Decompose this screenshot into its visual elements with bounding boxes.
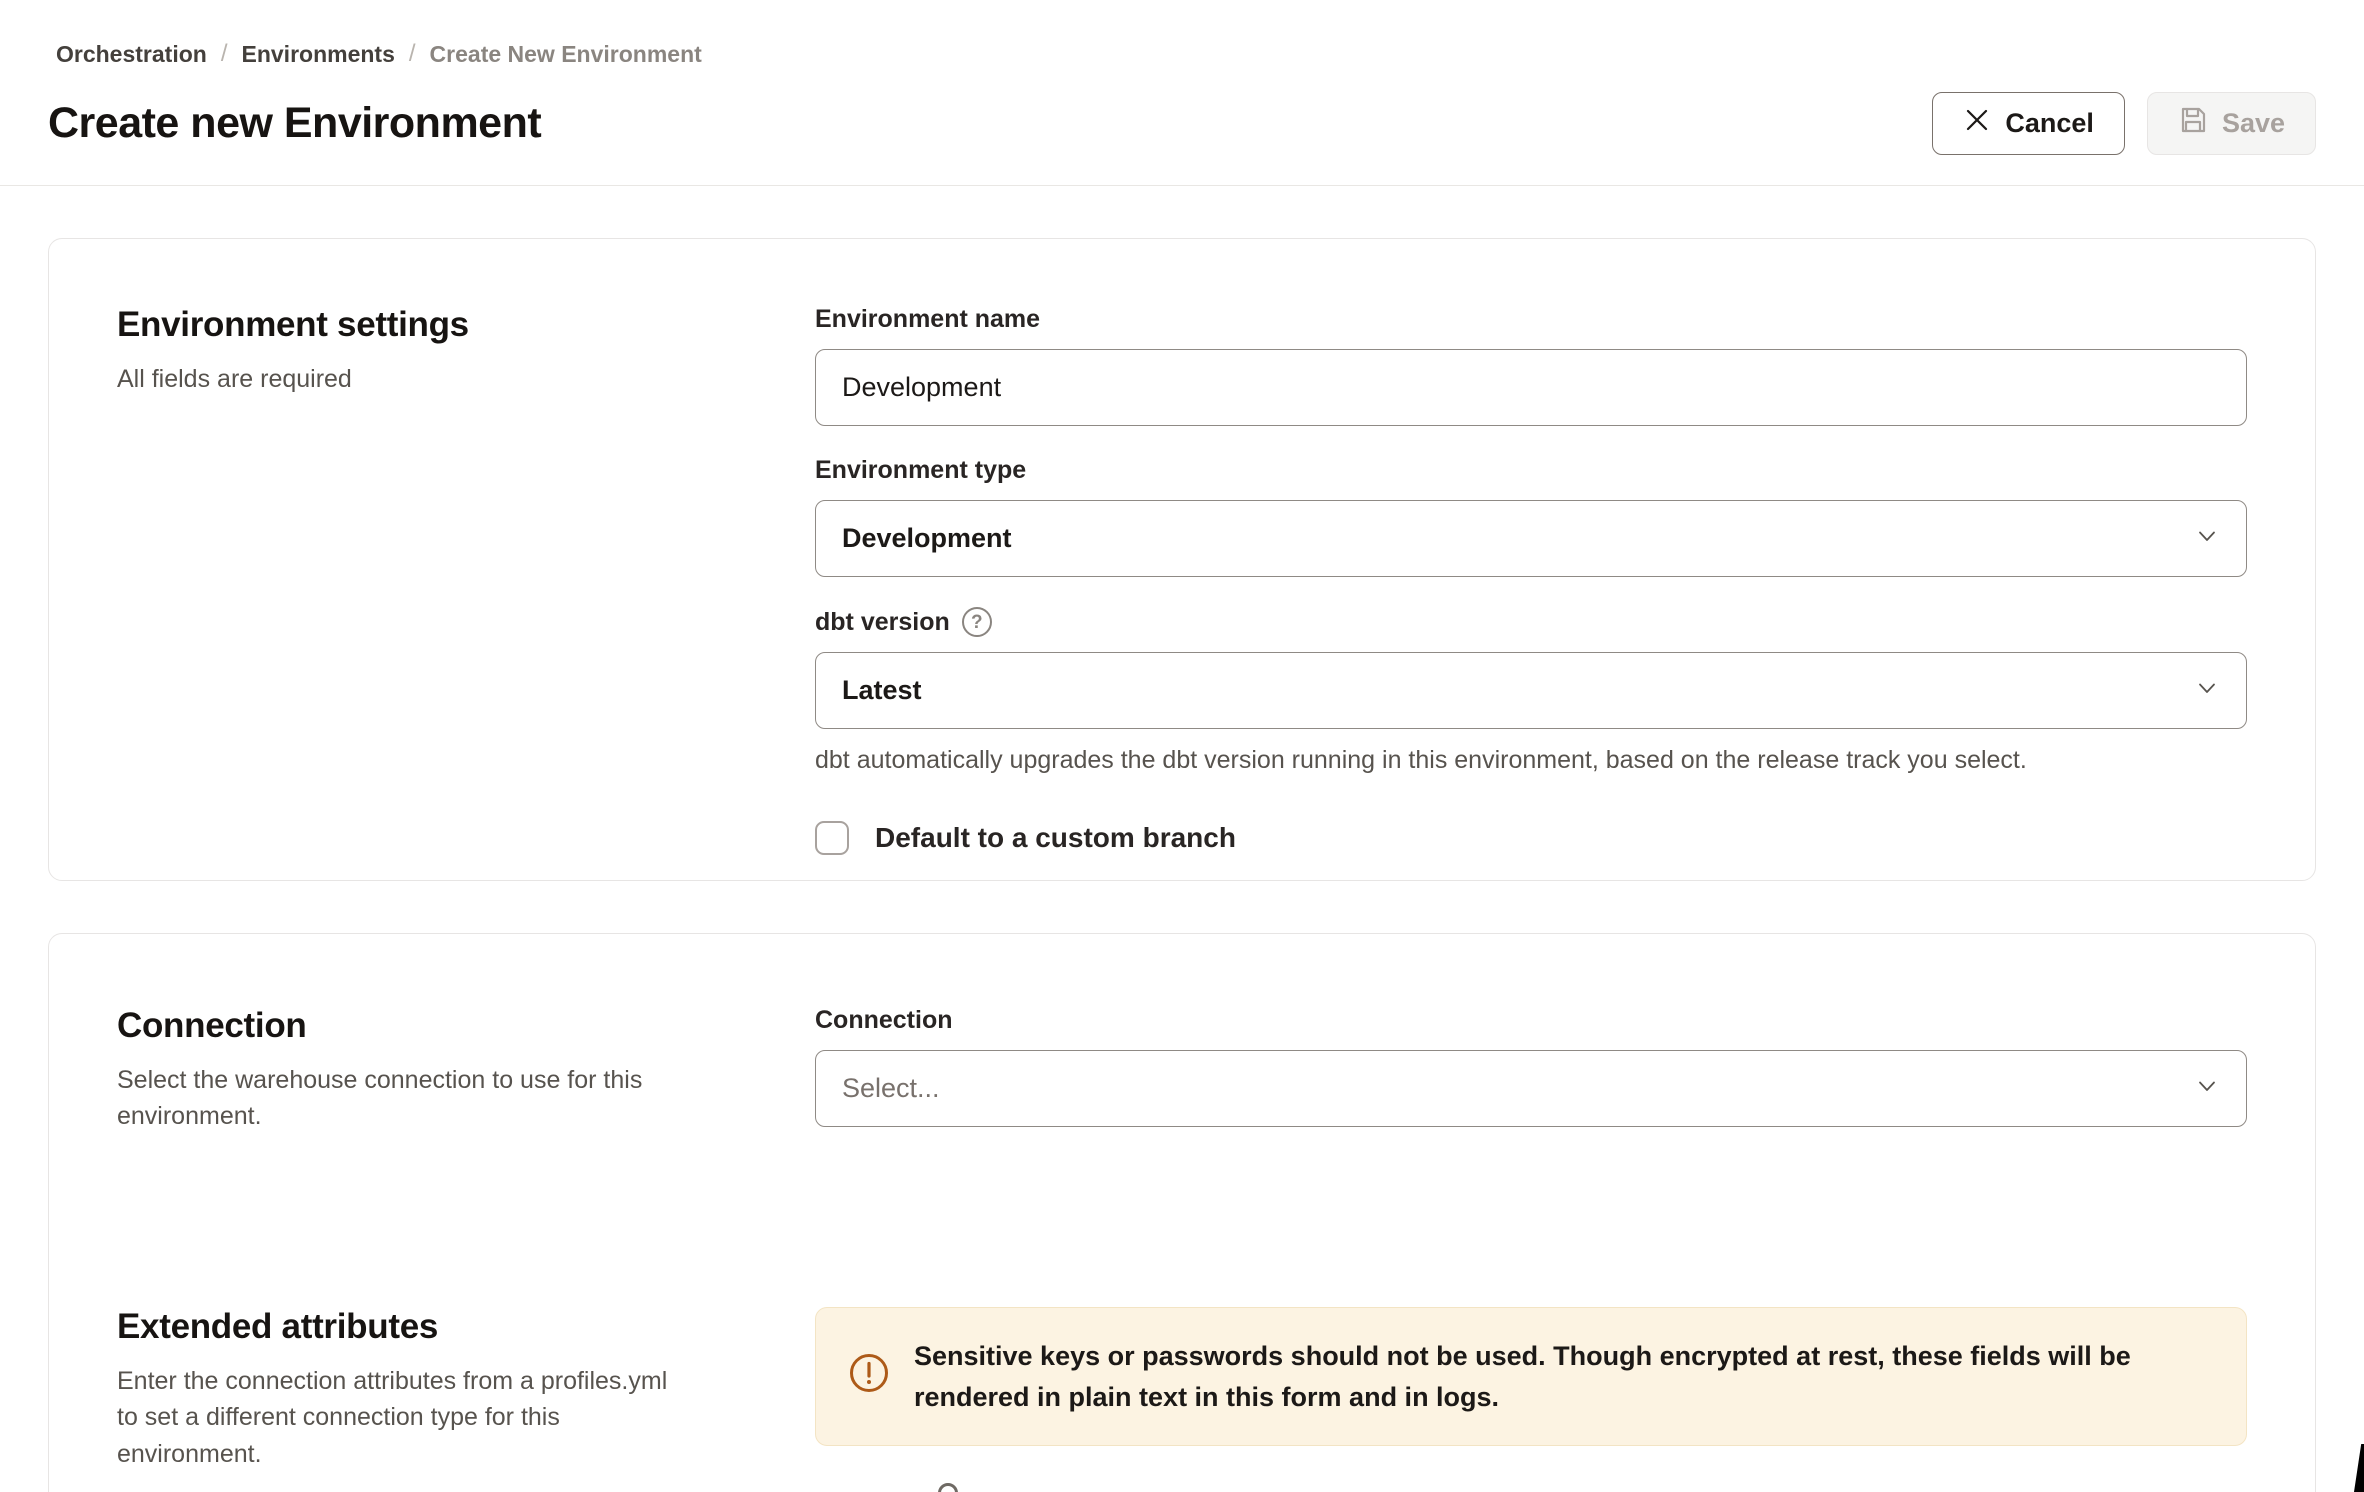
environment-settings-subheading: All fields are required xyxy=(117,361,677,397)
environment-type-label: Environment type xyxy=(815,456,2247,485)
breadcrumb-item-create-new-environment: Create New Environment xyxy=(430,41,702,68)
dbt-version-value: Latest xyxy=(842,675,922,706)
environment-settings-heading: Environment settings xyxy=(117,305,775,345)
breadcrumb: Orchestration / Environments / Create Ne… xyxy=(0,0,2364,68)
connection-select-group: Connection Select... xyxy=(815,1006,2247,1127)
extended-attributes-subheading: Enter the connection attributes from a p… xyxy=(117,1363,677,1472)
custom-branch-checkbox[interactable] xyxy=(815,821,849,855)
dbt-version-helper-text: dbt automatically upgrades the dbt versi… xyxy=(815,746,2247,775)
chevron-down-icon xyxy=(2194,675,2220,706)
connection-subheading: Select the warehouse connection to use f… xyxy=(117,1062,677,1135)
extended-attributes-heading: Extended attributes xyxy=(117,1307,775,1347)
chevron-down-icon xyxy=(2194,523,2220,554)
save-button[interactable]: Save xyxy=(2147,92,2316,155)
breadcrumb-separator: / xyxy=(409,40,416,68)
extended-attributes-row: Extended attributes Enter the connection… xyxy=(117,1307,2247,1472)
connection-select-label: Connection xyxy=(815,1006,2247,1035)
page-title: Create new Environment xyxy=(48,99,541,148)
help-circle-icon[interactable]: ? xyxy=(962,607,992,637)
environment-settings-form: Environment name Environment type Develo… xyxy=(815,305,2247,814)
environment-name-group: Environment name xyxy=(815,305,2247,426)
sensitive-keys-warning-text: Sensitive keys or passwords should not b… xyxy=(914,1336,2214,1417)
breadcrumb-item-environments[interactable]: Environments xyxy=(242,41,395,68)
cancel-button[interactable]: Cancel xyxy=(1932,92,2125,155)
cancel-button-label: Cancel xyxy=(2005,108,2094,139)
dbt-version-label: dbt version ? xyxy=(815,607,2247,637)
connection-heading: Connection xyxy=(117,1006,775,1046)
floppy-disk-icon xyxy=(2178,105,2208,142)
connection-intro: Connection Select the warehouse connecti… xyxy=(117,1006,815,1157)
extended-attributes-content: Sensitive keys or passwords should not b… xyxy=(815,1307,2247,1472)
custom-branch-label: Default to a custom branch xyxy=(875,822,1236,854)
header-actions: Cancel Save xyxy=(1932,92,2316,155)
breadcrumb-separator: / xyxy=(221,40,228,68)
connection-row: Connection Select the warehouse connecti… xyxy=(117,1006,2247,1157)
connection-form: Connection Select... xyxy=(815,1006,2247,1157)
chevron-down-icon xyxy=(2194,1073,2220,1104)
sensitive-keys-warning: Sensitive keys or passwords should not b… xyxy=(815,1307,2247,1446)
connection-card: Connection Select the warehouse connecti… xyxy=(48,933,2316,1492)
close-icon xyxy=(1963,106,1991,141)
main-content: Environment settings All fields are requ… xyxy=(0,186,2364,1492)
environment-name-input[interactable] xyxy=(815,349,2247,426)
save-button-label: Save xyxy=(2222,108,2285,139)
dbt-version-select[interactable]: Latest xyxy=(815,652,2247,729)
page-header: Create new Environment Cancel Save xyxy=(0,68,2364,185)
environment-name-label: Environment name xyxy=(815,305,2247,334)
environment-type-select[interactable]: Development xyxy=(815,500,2247,577)
environment-settings-intro: Environment settings All fields are requ… xyxy=(117,305,815,814)
breadcrumb-item-orchestration[interactable]: Orchestration xyxy=(56,41,207,68)
dbt-version-group: dbt version ? Latest dbt automatically u… xyxy=(815,607,2247,775)
connection-select-placeholder: Select... xyxy=(842,1073,940,1104)
extended-attributes-intro: Extended attributes Enter the connection… xyxy=(117,1307,815,1472)
custom-branch-checkbox-row[interactable]: Default to a custom branch xyxy=(815,821,2247,855)
dbt-version-label-text: dbt version xyxy=(815,608,950,637)
environment-type-group: Environment type Development xyxy=(815,456,2247,577)
environment-type-value: Development xyxy=(842,523,1012,554)
connection-select[interactable]: Select... xyxy=(815,1050,2247,1127)
environment-settings-card: Environment settings All fields are requ… xyxy=(48,238,2316,881)
alert-circle-icon xyxy=(848,1352,890,1399)
